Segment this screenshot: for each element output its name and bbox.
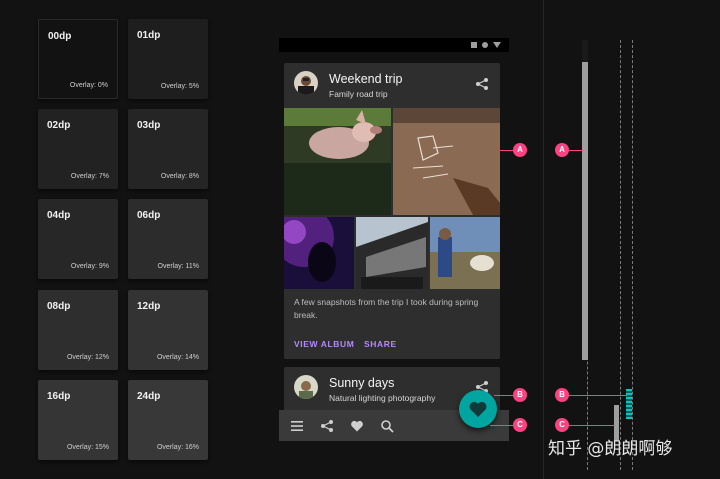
tile-dp-label: 00dp <box>48 31 72 42</box>
tile-overlay-label: Overlay: 0% <box>69 82 108 89</box>
avatar <box>294 375 318 399</box>
wifi-icon <box>493 42 501 48</box>
photo-horses[interactable] <box>430 217 500 289</box>
elevation-bar-card <box>582 62 588 360</box>
elevation-tile: 12dp Overlay: 14% <box>128 290 208 370</box>
callout-line-a <box>569 150 583 151</box>
elevation-tile: 16dp Overlay: 15% <box>38 380 118 460</box>
tile-dp-label: 01dp <box>137 30 161 41</box>
elevation-tile: 06dp Overlay: 11% <box>128 199 208 279</box>
avatar <box>294 71 318 95</box>
view-album-button[interactable]: VIEW ALBUM <box>294 339 354 349</box>
callout-marker-b: B <box>555 388 569 402</box>
callout-line-b <box>494 395 514 396</box>
card-title: Sunny days <box>329 376 395 390</box>
photo-chalkboard[interactable] <box>393 108 500 215</box>
callout-line-c <box>569 425 615 426</box>
callout-marker-a: A <box>513 143 527 157</box>
guide-line <box>632 40 633 470</box>
panel-divider <box>543 0 544 479</box>
tile-overlay-label: Overlay: 7% <box>70 173 109 180</box>
tile-overlay-label: Overlay: 8% <box>160 173 199 180</box>
guide-line <box>620 40 621 470</box>
tile-dp-label: 24dp <box>137 391 161 402</box>
search-icon[interactable] <box>380 419 394 433</box>
photo-pig[interactable] <box>284 108 391 215</box>
tile-overlay-label: Overlay: 14% <box>156 354 199 361</box>
tile-dp-label: 08dp <box>47 301 71 312</box>
card-title: Weekend trip <box>329 72 403 86</box>
signal-icon <box>471 42 477 48</box>
callout-marker-c: C <box>555 418 569 432</box>
photo-concert[interactable] <box>284 217 354 289</box>
card-weekend-trip[interactable]: Weekend trip Family road trip A few snap… <box>284 63 500 359</box>
card-subtitle: Natural lighting photography <box>329 393 436 403</box>
elevation-tile: 01dp Overlay: 5% <box>128 19 208 99</box>
tile-overlay-label: Overlay: 11% <box>157 263 200 270</box>
status-bar <box>279 38 509 52</box>
tile-dp-label: 02dp <box>47 120 71 131</box>
menu-icon[interactable] <box>290 419 304 433</box>
callout-line-a <box>500 150 514 151</box>
share-icon[interactable] <box>320 419 334 433</box>
card-body-text: A few snapshots from the trip I took dur… <box>294 297 479 320</box>
elevation-tile: 00dp Overlay: 0% <box>38 19 118 99</box>
callout-marker-c: C <box>513 418 527 432</box>
heart-icon[interactable] <box>350 419 364 433</box>
battery-icon <box>482 42 488 48</box>
heart-icon <box>469 401 487 417</box>
elevation-bar-base <box>582 40 588 62</box>
elevation-tile: 03dp Overlay: 8% <box>128 109 208 189</box>
callout-line-c <box>490 425 514 426</box>
phone-mockup: Weekend trip Family road trip A few snap… <box>279 38 509 441</box>
tile-overlay-label: Overlay: 9% <box>70 263 109 270</box>
tile-dp-label: 03dp <box>137 120 161 131</box>
tile-overlay-label: Overlay: 16% <box>156 444 199 451</box>
elevation-bar-fab <box>626 389 632 419</box>
tile-dp-label: 04dp <box>47 210 71 221</box>
share-button[interactable]: SHARE <box>364 339 397 349</box>
tile-dp-label: 12dp <box>137 301 161 312</box>
callout-marker-b: B <box>513 388 527 402</box>
card-subtitle: Family road trip <box>329 89 388 99</box>
elevation-tile: 24dp Overlay: 16% <box>128 380 208 460</box>
watermark: 知乎 @朗朗啊够 <box>548 439 673 459</box>
tile-dp-label: 06dp <box>137 210 161 221</box>
elevation-tile: 04dp Overlay: 9% <box>38 199 118 279</box>
elevation-tile: 02dp Overlay: 7% <box>38 109 118 189</box>
elevation-tile: 08dp Overlay: 12% <box>38 290 118 370</box>
callout-marker-a: A <box>555 143 569 157</box>
callout-line-b <box>569 395 627 396</box>
tile-overlay-label: Overlay: 15% <box>66 444 109 451</box>
photo-building[interactable] <box>356 217 428 289</box>
share-icon[interactable] <box>475 77 489 91</box>
tile-dp-label: 16dp <box>47 391 71 402</box>
tile-overlay-label: Overlay: 12% <box>66 354 109 361</box>
favorite-fab[interactable] <box>459 390 497 428</box>
tile-overlay-label: Overlay: 5% <box>160 83 199 90</box>
